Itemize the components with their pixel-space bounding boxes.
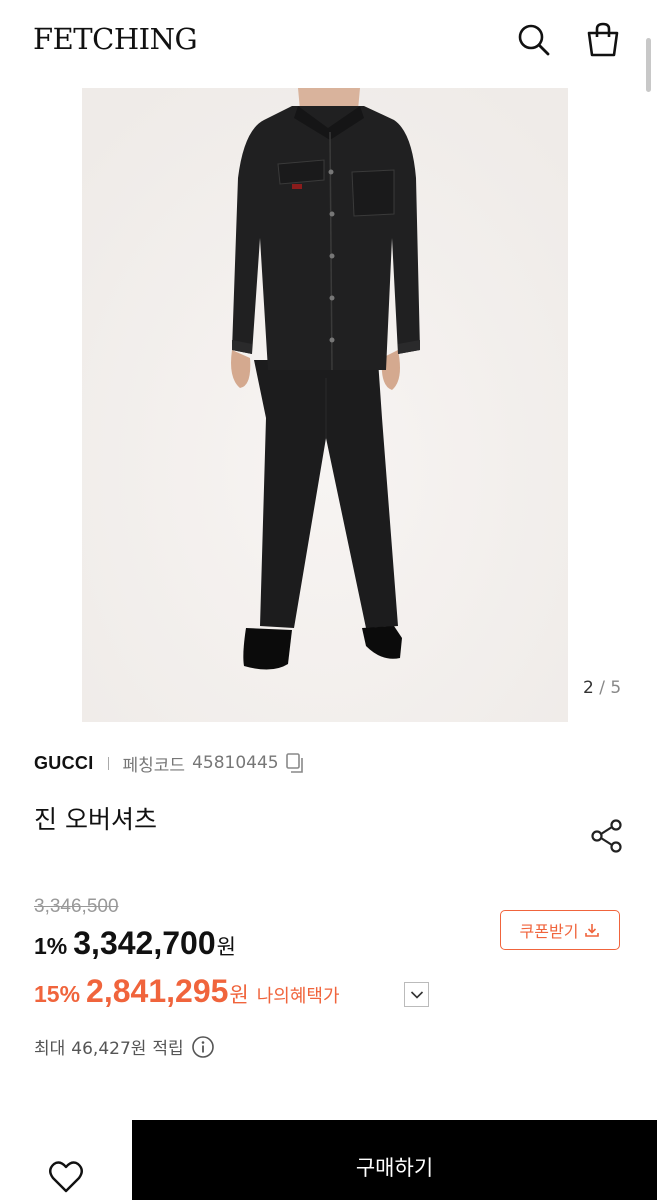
coupon-download-button[interactable]: 쿠폰받기 [500,910,620,950]
scrollbar-thumb[interactable] [646,38,651,92]
benefit-expand-button[interactable] [404,982,429,1007]
benefit-label: 나의혜택가 [256,986,340,1007]
heart-icon[interactable] [48,1160,84,1194]
brand-logo[interactable]: FETCHING [33,22,198,56]
image-counter-total: 5 [610,678,622,698]
chevron-down-icon [410,990,423,999]
divider [107,756,109,770]
brand-row: GUCCI 페칭코드 45810445 [34,750,305,776]
product-image[interactable] [82,88,568,722]
app-header: FETCHING [0,0,657,84]
share-icon[interactable] [589,818,625,854]
original-price: 3,346,500 [34,896,119,917]
product-code: 45810445 [192,753,279,773]
shopping-bag-icon[interactable] [583,20,623,60]
model-photo [82,88,568,722]
sale-price: 3,342,700 [73,925,216,961]
download-icon [585,924,600,937]
image-counter-separator: / [599,678,605,698]
copy-icon[interactable] [285,752,305,774]
benefit-price-row: 15% 2,841,295 원 나의혜택가 [34,973,340,1010]
points-label: 적립 [152,1039,184,1059]
search-icon[interactable] [514,20,554,60]
image-counter: 2 / 5 [583,678,621,698]
price-row: 1% 3,342,700 원 [34,925,236,962]
benefit-currency-unit: 원 [229,983,249,1007]
image-counter-current: 2 [583,678,594,698]
buy-button[interactable]: 구매하기 [132,1120,657,1200]
benefit-discount-rate: 15% [34,981,81,1007]
points-value: 46,427원 [71,1039,147,1059]
product-title: 진 오버셔츠 [34,805,157,834]
reward-points: 최대 46,427원 적립 [34,1034,215,1059]
product-code-label: 페칭코드 [122,755,186,776]
info-icon[interactable] [191,1035,215,1059]
points-max-label: 최대 [34,1039,66,1059]
currency-unit: 원 [216,935,236,959]
benefit-price: 2,841,295 [86,973,229,1009]
brand-name[interactable]: GUCCI [34,753,94,774]
discount-rate: 1% [34,933,68,959]
coupon-button-label: 쿠폰받기 [519,922,579,941]
